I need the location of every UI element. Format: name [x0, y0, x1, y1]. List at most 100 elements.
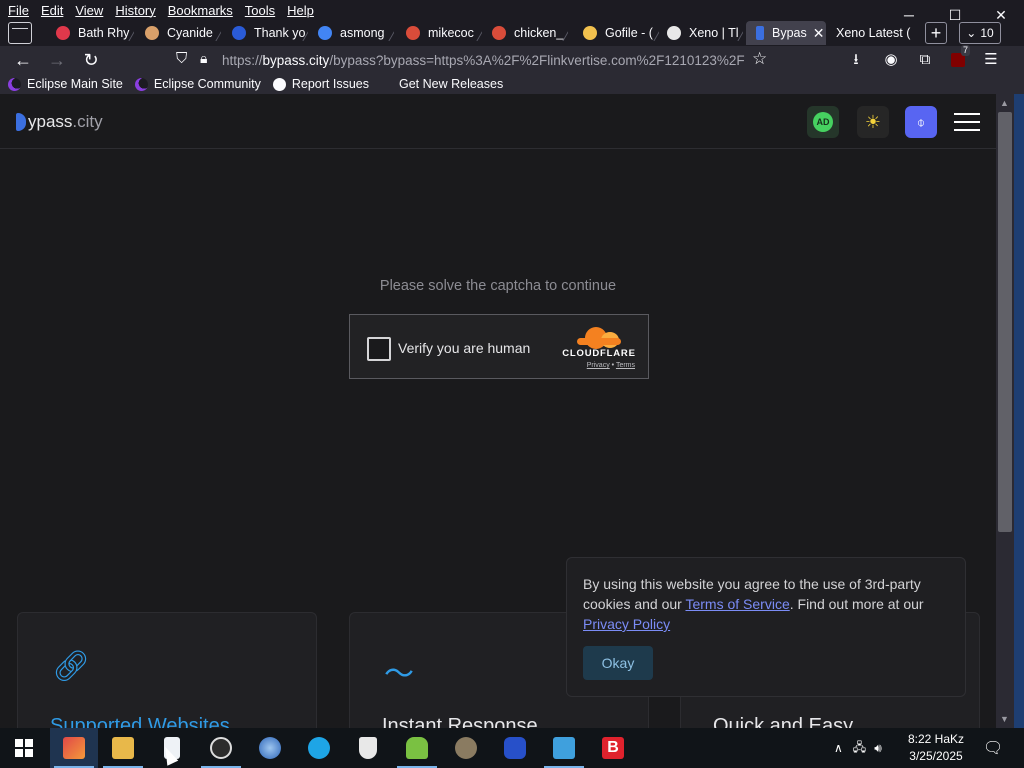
account-button[interactable]: ◉ [880, 50, 902, 70]
tab-favicon-icon [583, 26, 597, 40]
show-hidden-icons-button[interactable]: ∧ [834, 741, 843, 755]
cookie-banner: By using this website you agree to the u… [566, 557, 966, 697]
chevron-down-icon: ⌄ [966, 26, 977, 40]
tab-4[interactable]: mikecoc [406, 21, 482, 45]
ad-toggle-button[interactable]: AD [807, 106, 839, 138]
url-bar[interactable]: ⛉ 🔒︎ https://bypass.city/bypass?bypass=h… [168, 47, 778, 73]
scroll-up-icon[interactable]: ▲ [1000, 98, 1009, 108]
sun-icon: ☀ [864, 111, 882, 132]
ie-icon [308, 737, 330, 759]
back-button[interactable]: ← [12, 50, 34, 70]
bookmark-eclipse-main[interactable]: Eclipse Main Site [8, 77, 123, 91]
system-tray: ∧ 🖧︎ 🔊︎ [834, 728, 882, 768]
tab-favicon-icon [232, 26, 246, 40]
tab-favicon-icon [145, 26, 159, 40]
feature-card-supported: 🔗︎ Supported Websites [17, 612, 317, 728]
discord-button[interactable]: ⌽ [905, 106, 937, 138]
taskbar-firefox[interactable] [50, 728, 98, 768]
start-button[interactable] [0, 728, 48, 768]
captcha-checkbox[interactable] [367, 337, 391, 361]
privacy-policy-link[interactable]: Privacy Policy [583, 616, 670, 632]
taskbar-malwarebytes[interactable] [491, 728, 539, 768]
downloads-button[interactable]: ⭳ [845, 50, 867, 70]
lock-icon[interactable]: 🔒︎ [200, 50, 207, 67]
taskbar-internet-explorer[interactable] [295, 728, 343, 768]
bookmark-star-icon[interactable]: ☆ [752, 49, 767, 69]
supported-websites-link[interactable]: Supported Websites [50, 715, 230, 728]
cookie-okay-button[interactable]: Okay [583, 646, 653, 680]
taskbar-network-app[interactable] [246, 728, 294, 768]
cloudflare-captcha: Verify you are human CLOUDFLARE Privacy … [349, 314, 649, 379]
shield-icon [359, 737, 377, 759]
captcha-terms-link[interactable]: Terms [616, 362, 635, 369]
account-icon: ◉ [884, 51, 898, 68]
tab-3[interactable]: asmong [318, 21, 394, 45]
new-tab-button[interactable]: + [925, 22, 947, 44]
page-scrollbar[interactable]: ▲ ▼ [996, 94, 1014, 728]
browser-window: File Edit View History Bookmarks Tools H… [0, 0, 1024, 728]
tab-active[interactable]: Bypas ✕ [746, 21, 826, 45]
taskbar-gimp[interactable] [442, 728, 490, 768]
eclipse-icon [8, 77, 21, 91]
taskbar-security[interactable] [344, 728, 392, 768]
bookmark-report-issues[interactable]: Report Issues [272, 77, 369, 91]
captcha-links: Privacy • Terms [586, 362, 635, 369]
ublock-button[interactable]: 7 [947, 45, 971, 70]
hamburger-icon: ☰ [984, 51, 998, 68]
tab-5[interactable]: chicken_ [492, 21, 568, 45]
site-logo[interactable]: ypass .city [16, 112, 103, 132]
download-icon: ⭳ [853, 51, 859, 68]
system-clock[interactable]: 8:22 HaKz 3/25/2025 [905, 731, 967, 765]
scroll-down-icon[interactable]: ▼ [1000, 714, 1009, 724]
shield-icon[interactable]: ⛉ [176, 50, 187, 67]
menu-bookmarks[interactable]: Bookmarks [162, 3, 239, 18]
arrow-left-icon: ← [14, 50, 32, 70]
menu-help[interactable]: Help [281, 3, 320, 18]
close-tab-icon[interactable]: ✕ [813, 25, 825, 42]
app-menu-button[interactable]: ☰ [980, 50, 1002, 70]
forward-button[interactable]: → [46, 50, 68, 70]
url-text[interactable]: https://bypass.city/bypass?bypass=https%… [222, 53, 752, 68]
taskbar-android[interactable] [393, 728, 441, 768]
captcha-prompt: Please solve the captcha to continue [379, 278, 617, 294]
bookmarks-toolbar: Eclipse Main Site Eclipse Community Repo… [0, 74, 1024, 94]
taskbar-remote-desktop[interactable] [540, 728, 588, 768]
scrollbar-thumb[interactable] [998, 112, 1012, 532]
network-icon[interactable]: 🖧︎ [853, 738, 866, 759]
link-icon: 🔗︎ [52, 650, 91, 683]
discord-icon: ⌽ [916, 113, 926, 130]
bookmark-eclipse-community[interactable]: Eclipse Community [134, 77, 261, 91]
tab-1[interactable]: Cyanide [145, 21, 221, 45]
firefox-view-button[interactable] [8, 22, 32, 44]
menu-bar: File Edit View History Bookmarks Tools H… [0, 0, 1024, 20]
tab-6[interactable]: Gofile - ( [583, 21, 659, 45]
tab-overflow-button[interactable]: ⌄ 10 [959, 22, 1001, 44]
reload-button[interactable]: ↻ [80, 50, 102, 70]
taskbar-bitdefender[interactable]: B [589, 728, 637, 768]
tab-favicon-icon [756, 26, 764, 40]
globe-icon [259, 737, 281, 759]
tab-2[interactable]: Thank yo [232, 21, 308, 45]
gimp-icon [455, 737, 477, 759]
tab-7[interactable]: Xeno | Tl [667, 21, 743, 45]
tab-0[interactable]: Bath Rhy [56, 21, 134, 45]
volume-icon[interactable]: 🔊︎ [874, 741, 882, 756]
bookmark-get-new-releases[interactable]: Get New Releases [399, 77, 503, 91]
navigation-toolbar: ← → ↻ ⛉ 🔒︎ https://bypass.city/bypass?by… [0, 45, 1024, 74]
menu-tools[interactable]: Tools [239, 3, 281, 18]
taskbar-file-explorer[interactable] [99, 728, 147, 768]
terms-of-service-link[interactable]: Terms of Service [685, 596, 789, 612]
menu-view[interactable]: View [69, 3, 109, 18]
taskbar-obs[interactable] [197, 728, 245, 768]
theme-toggle-button[interactable]: ☀ [857, 106, 889, 138]
captcha-privacy-link[interactable]: Privacy [587, 362, 610, 369]
tab-strip: Bath Rhy Cyanide Thank yo asmong mikecoc… [0, 20, 1024, 46]
pulse-icon: 〜 [384, 658, 414, 691]
extensions-button[interactable]: ⧉ [914, 50, 936, 70]
menu-file[interactable]: File [2, 3, 35, 18]
tab-9[interactable]: Xeno Latest ( [836, 21, 918, 45]
menu-edit[interactable]: Edit [35, 3, 69, 18]
notifications-button[interactable]: 🗨︎ [983, 728, 1003, 768]
menu-history[interactable]: History [109, 3, 161, 18]
site-menu-button[interactable] [954, 113, 980, 133]
